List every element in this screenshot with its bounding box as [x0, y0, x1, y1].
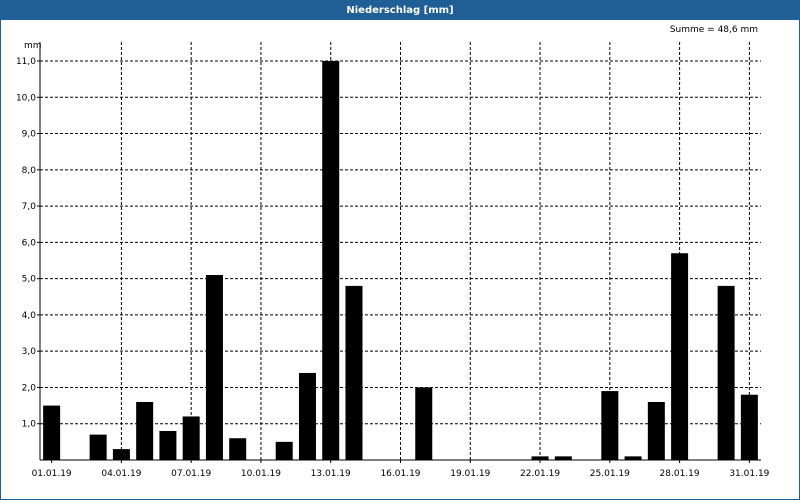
- bar: [89, 434, 107, 460]
- bar: [136, 401, 154, 460]
- bars: [43, 61, 758, 460]
- x-tick-label: 01.01.19: [32, 469, 72, 479]
- bar: [322, 61, 340, 460]
- bar: [740, 394, 758, 460]
- y-tick-label: 11,0: [16, 57, 36, 67]
- y-tick-label: 2,0: [22, 383, 37, 393]
- bar: [43, 405, 61, 460]
- bar: [298, 372, 316, 460]
- bar: [671, 253, 689, 460]
- x-tick-label: 04.01.19: [101, 469, 141, 479]
- bar: [345, 285, 363, 460]
- y-tick-label: 8,0: [22, 166, 37, 176]
- y-tick-label: 7,0: [22, 202, 37, 212]
- x-tick-label: 19.01.19: [450, 469, 490, 479]
- bar: [182, 416, 200, 460]
- x-tick-label: 13.01.19: [311, 469, 351, 479]
- bar: [205, 275, 223, 460]
- x-tick-label: 22.01.19: [520, 469, 560, 479]
- precipitation-chart: 1,0 2,0 3,0 4,0 5,0 6,0 7,0 8,0 9,0 10,0 11,0 mm 01.…: [16, 41, 770, 479]
- y-tick-label: 5,0: [22, 275, 37, 285]
- y-tick-label: 10,0: [16, 93, 36, 103]
- y-tick-label: 6,0: [22, 238, 37, 248]
- axes: [37, 42, 761, 463]
- x-tick-label: 28.01.19: [660, 469, 700, 479]
- bar: [415, 387, 433, 460]
- bar: [624, 456, 642, 460]
- x-tick-label: 31.01.19: [729, 469, 769, 479]
- y-tick-label: 9,0: [22, 130, 37, 140]
- bar: [601, 391, 619, 460]
- bar: [647, 401, 665, 460]
- x-tick-label: 25.01.19: [590, 469, 630, 479]
- y-tick-label: 3,0: [22, 347, 37, 357]
- bar: [717, 285, 735, 460]
- bar: [275, 441, 293, 460]
- bar: [554, 456, 572, 460]
- bar: [112, 449, 130, 460]
- bar: [159, 430, 177, 460]
- x-tick-label: 16.01.19: [380, 469, 420, 479]
- bar: [531, 456, 549, 460]
- x-tick-label: 10.01.19: [241, 469, 281, 479]
- y-tick-label: 1,0: [22, 420, 37, 430]
- y-axis-label: mm: [24, 41, 42, 51]
- x-tick-label: 07.01.19: [171, 469, 211, 479]
- bar: [229, 438, 247, 460]
- grid: [40, 42, 761, 460]
- y-tick-label: 4,0: [22, 311, 37, 321]
